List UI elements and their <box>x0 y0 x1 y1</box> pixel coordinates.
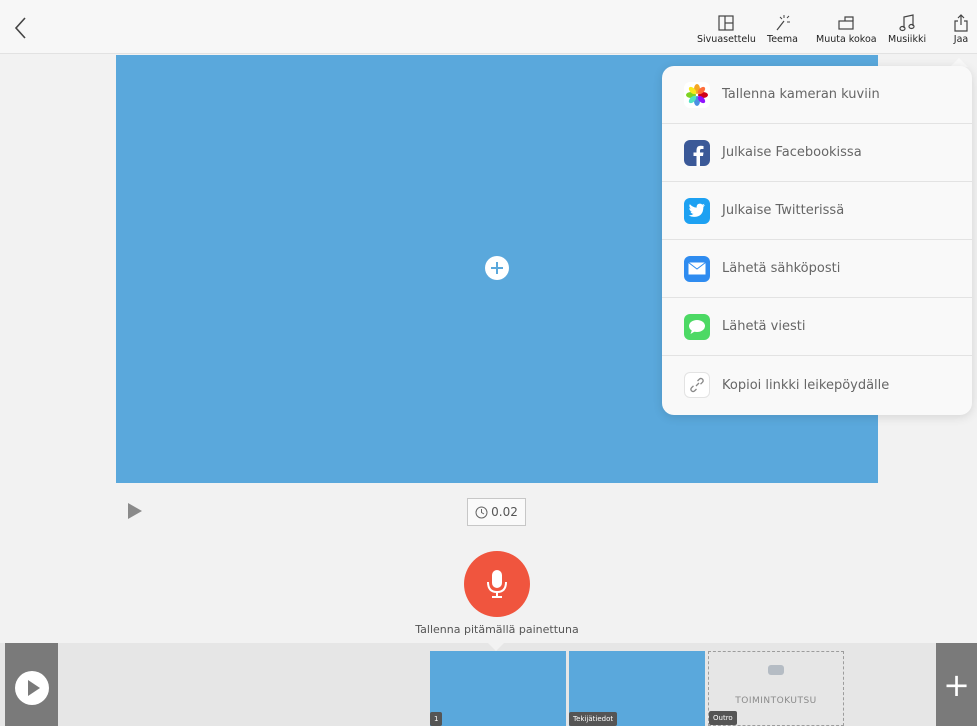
share-email[interactable]: Lähetä sähköposti <box>662 240 972 298</box>
theme-label: Teema <box>767 34 798 45</box>
add-content-button[interactable] <box>485 256 509 280</box>
record-button[interactable] <box>464 551 530 617</box>
share-popover: Tallenna kameran kuviin Julkaise Faceboo… <box>662 66 972 415</box>
timeline-play-button[interactable] <box>5 643 58 726</box>
mail-icon <box>684 255 710 282</box>
play-circle-icon <box>15 671 49 705</box>
cta-tag: Outro <box>709 711 737 725</box>
share-copy-link[interactable]: Kopioi linkki leikepöydälle <box>662 356 972 414</box>
share-message-label: Lähetä viesti <box>722 319 806 334</box>
add-slide-button[interactable]: + <box>936 643 977 726</box>
link-icon <box>684 372 710 398</box>
back-button[interactable] <box>10 14 32 42</box>
play-icon[interactable] <box>128 503 142 519</box>
slide-tag: 1 <box>430 712 443 726</box>
slide-tag: Tekijätiedot <box>569 712 618 726</box>
timeline-slide[interactable]: Tekijätiedot <box>569 651 705 726</box>
record-hint: Tallenna pitämällä painettuna <box>415 623 579 636</box>
timeline-cta-slide[interactable]: TOIMINTOKUTSU Outro <box>708 651 844 726</box>
share-facebook[interactable]: Julkaise Facebookissa <box>662 124 972 182</box>
magic-wand-icon <box>777 15 791 31</box>
share-copy-link-label: Kopioi linkki leikepöydälle <box>722 377 890 393</box>
layout-icon <box>718 15 735 31</box>
resize-button[interactable]: Muuta kokoa <box>816 14 877 45</box>
clock-icon <box>475 506 488 518</box>
resize-label: Muuta kokoa <box>816 34 877 45</box>
share-button[interactable]: Jaa <box>953 14 969 45</box>
photos-icon <box>684 81 710 108</box>
microphone-icon <box>487 570 507 598</box>
music-label: Musiikki <box>888 34 927 45</box>
chevron-left-icon <box>14 17 26 39</box>
music-button[interactable]: Musiikki <box>888 14 926 45</box>
share-icon <box>954 14 968 32</box>
selected-slide-pointer <box>488 643 504 651</box>
share-save-photos[interactable]: Tallenna kameran kuviin <box>662 66 972 124</box>
cta-button-icon <box>768 665 784 675</box>
music-note-icon <box>899 14 915 32</box>
share-label: Jaa <box>953 34 969 45</box>
share-email-label: Lähetä sähköposti <box>722 261 841 276</box>
cta-label: TOIMINTOKUTSU <box>735 696 817 706</box>
timeline-slide[interactable]: 1 <box>430 651 566 726</box>
share-twitter[interactable]: Julkaise Twitterissä <box>662 182 972 240</box>
top-toolbar: Sivuasettelu Teema Muuta kokoa Musiikki <box>0 0 977 54</box>
duration-button[interactable]: 0.02 <box>467 498 526 526</box>
layout-button[interactable]: Sivuasettelu <box>697 14 756 45</box>
share-facebook-label: Julkaise Facebookissa <box>722 145 862 160</box>
share-save-photos-label: Tallenna kameran kuviin <box>722 87 880 102</box>
share-twitter-label: Julkaise Twitterissä <box>722 203 845 218</box>
messages-icon <box>684 313 710 340</box>
layout-label: Sivuasettelu <box>697 34 756 45</box>
resize-icon <box>838 16 854 30</box>
twitter-icon <box>684 197 710 224</box>
share-message[interactable]: Lähetä viesti <box>662 298 972 356</box>
theme-button[interactable]: Teema <box>767 14 798 45</box>
duration-value: 0.02 <box>491 505 518 519</box>
facebook-icon <box>684 139 710 166</box>
